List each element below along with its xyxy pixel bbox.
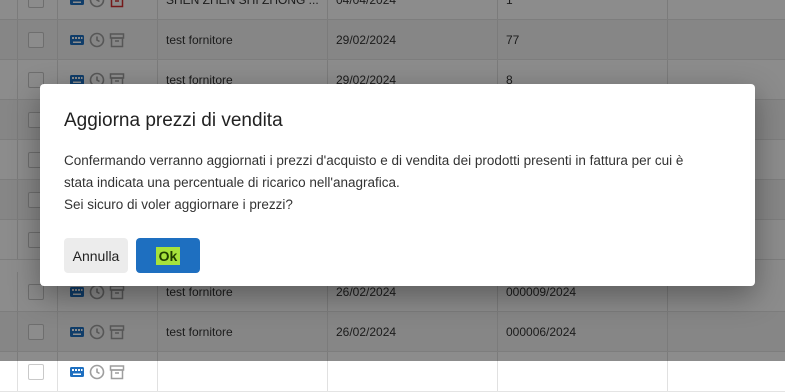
- clock-icon[interactable]: [89, 364, 105, 380]
- dialog-message-line-2: stata indicata una percentuale di ricari…: [64, 175, 400, 190]
- dialog-title: Aggiorna prezzi di vendita: [64, 110, 283, 131]
- ok-button[interactable]: Ok: [136, 238, 200, 273]
- dialog-message-line-3: Sei sicuro di voler aggiornare i prezzi?: [64, 197, 293, 212]
- keyboard-icon[interactable]: [69, 364, 85, 380]
- confirm-dialog: Aggiorna prezzi di vendita Confermando v…: [40, 84, 755, 286]
- cancel-button[interactable]: Annulla: [64, 238, 128, 273]
- dialog-message-line-1: Confermando verranno aggiornati i prezzi…: [64, 153, 684, 168]
- ok-button-label: Ok: [155, 246, 181, 265]
- dialog-message: Confermando verranno aggiornati i prezzi…: [64, 150, 734, 216]
- archive-icon[interactable]: [109, 364, 125, 380]
- row-checkbox[interactable]: [28, 364, 44, 380]
